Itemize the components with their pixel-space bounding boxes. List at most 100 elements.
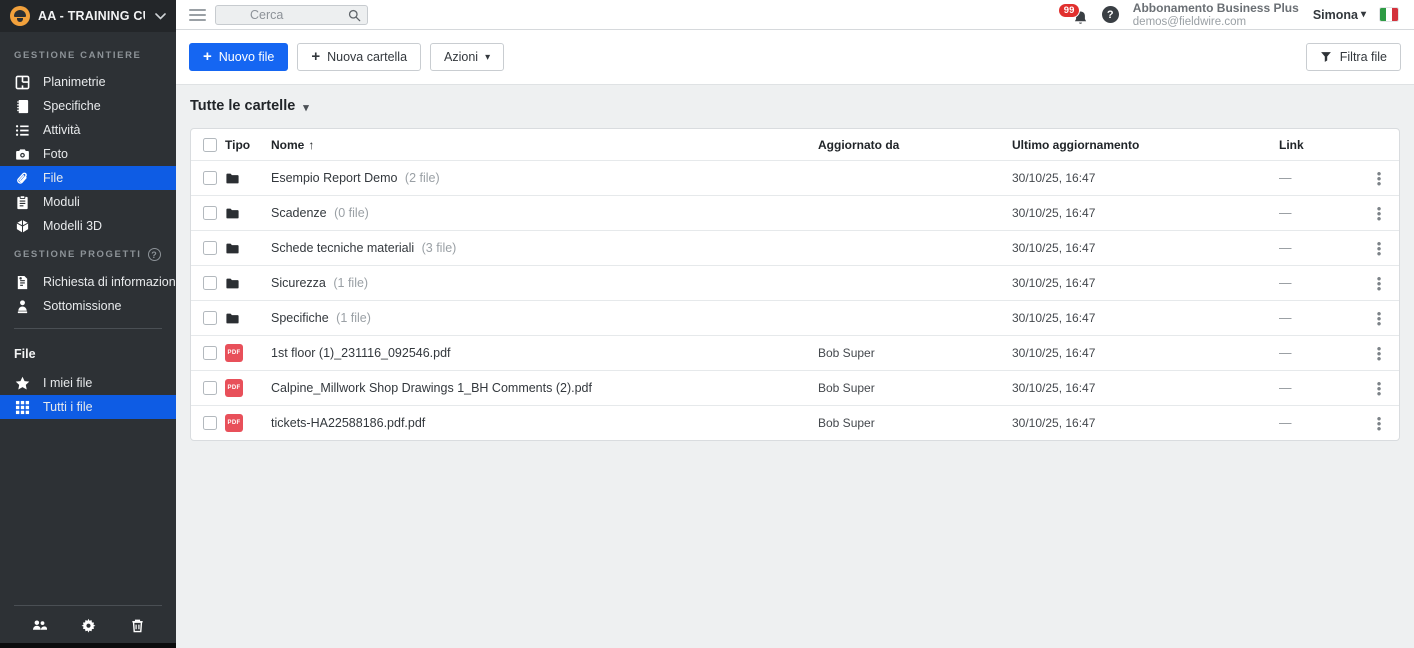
row-menu-button[interactable]: ••• — [1369, 311, 1389, 326]
row-name[interactable]: tickets-HA22588186.pdf.pdf — [271, 416, 818, 430]
row-name[interactable]: Schede tecniche materiali (3 file) — [271, 241, 818, 255]
language-flag-italy[interactable] — [1380, 8, 1398, 21]
subscription-plan: Abbonamento Business Plus — [1133, 2, 1299, 14]
sidebar-item-richiesta-di-informazioni[interactable]: Richiesta di informazioni — [0, 270, 176, 294]
row-menu-button[interactable]: ••• — [1369, 416, 1389, 431]
table-row[interactable]: Esempio Report Demo (2 file) 30/10/25, 1… — [191, 160, 1399, 195]
row-checkbox[interactable] — [203, 171, 217, 185]
column-header-name[interactable]: Nome↑ — [271, 138, 818, 152]
folder-icon — [225, 311, 240, 326]
row-checkbox[interactable] — [203, 276, 217, 290]
row-name[interactable]: Scadenze (0 file) — [271, 206, 818, 220]
grid-icon — [14, 399, 30, 415]
row-updated-by: Bob Super — [818, 381, 1012, 395]
help-icon[interactable]: ? — [148, 248, 161, 261]
table-row[interactable]: Sicurezza (1 file) 30/10/25, 16:47 — ••• — [191, 265, 1399, 300]
table-row[interactable]: Schede tecniche materiali (3 file) 30/10… — [191, 230, 1399, 265]
topbar-right: 99 ? Abbonamento Business Plus demos@fie… — [1060, 2, 1414, 28]
row-type-cell — [225, 276, 271, 291]
filter-files-button[interactable]: Filtra file — [1306, 43, 1401, 71]
row-menu-button[interactable]: ••• — [1369, 206, 1389, 221]
row-menu-button[interactable]: ••• — [1369, 171, 1389, 186]
row-type-cell — [225, 311, 271, 326]
folder-icon — [225, 276, 240, 291]
row-updated-at: 30/10/25, 16:47 — [1012, 171, 1279, 185]
sidebar-item-planimetrie[interactable]: Planimetrie — [0, 70, 176, 94]
row-name[interactable]: Specifiche (1 file) — [271, 311, 818, 325]
notification-badge: 99 — [1058, 3, 1081, 18]
sidebar-item-sottomissione[interactable]: Sottomissione — [0, 294, 176, 318]
plus-icon: + — [311, 49, 320, 64]
row-link: — — [1279, 346, 1369, 360]
help-button[interactable]: ? — [1102, 6, 1119, 23]
row-menu-button[interactable]: ••• — [1369, 241, 1389, 256]
row-link: — — [1279, 416, 1369, 430]
sidebar-item-modelli-3d[interactable]: Modelli 3D — [0, 214, 176, 238]
camera-icon — [14, 146, 30, 162]
row-checkbox[interactable] — [203, 311, 217, 325]
subscription-info: Abbonamento Business Plus demos@fieldwir… — [1133, 2, 1299, 28]
search-box — [215, 5, 368, 25]
people-button[interactable] — [28, 615, 50, 635]
person-icon — [14, 298, 30, 314]
row-menu-button[interactable]: ••• — [1369, 276, 1389, 291]
row-checkbox[interactable] — [203, 416, 217, 430]
search-input[interactable] — [216, 6, 367, 24]
pdf-file-icon: PDF — [225, 379, 243, 397]
row-updated-at: 30/10/25, 16:47 — [1012, 381, 1279, 395]
row-name[interactable]: 1st floor (1)_231116_092546.pdf — [271, 346, 818, 360]
people-icon — [32, 618, 47, 633]
table-row[interactable]: PDF Calpine_Millwork Shop Drawings 1_BH … — [191, 370, 1399, 405]
actions-button[interactable]: Azioni ▾ — [430, 43, 504, 71]
sidebar-item-moduli[interactable]: Moduli — [0, 190, 176, 214]
row-updated-at: 30/10/25, 16:47 — [1012, 206, 1279, 220]
new-folder-button[interactable]: + Nuova cartella — [297, 43, 421, 71]
filter-icon — [1320, 51, 1332, 63]
folder-filter-dropdown[interactable]: Tutte le cartelle ▾ — [190, 98, 309, 114]
project-switcher[interactable]: AA - TRAINING CU... — [0, 0, 176, 32]
chevron-down-icon — [155, 13, 166, 20]
row-menu-button[interactable]: ••• — [1369, 346, 1389, 361]
new-file-button[interactable]: + Nuovo file — [189, 43, 288, 71]
row-checkbox[interactable] — [203, 346, 217, 360]
row-updated-at: 30/10/25, 16:47 — [1012, 416, 1279, 430]
user-menu[interactable]: Simona ▾ — [1313, 8, 1366, 22]
column-header-link: Link — [1279, 138, 1369, 152]
sidebar-nav: GESTIONE CANTIERE Planimetrie Specifiche… — [0, 32, 176, 605]
sidebar-item-attivit-[interactable]: Attività — [0, 118, 176, 142]
select-all-checkbox[interactable] — [203, 138, 217, 152]
trash-button[interactable] — [126, 615, 148, 635]
row-checkbox[interactable] — [203, 206, 217, 220]
row-type-cell — [225, 206, 271, 221]
row-name[interactable]: Calpine_Millwork Shop Drawings 1_BH Comm… — [271, 381, 818, 395]
project-name: AA - TRAINING CU... — [38, 9, 145, 23]
plus-icon: + — [203, 49, 212, 64]
question-icon: ? — [1107, 9, 1114, 21]
row-name[interactable]: Esempio Report Demo (2 file) — [271, 171, 818, 185]
hamburger-menu-icon[interactable] — [189, 6, 206, 24]
table-row[interactable]: Scadenze (0 file) 30/10/25, 16:47 — ••• — [191, 195, 1399, 230]
sidebar-item-file[interactable]: File — [0, 166, 176, 190]
row-checkbox[interactable] — [203, 241, 217, 255]
chevron-down-icon: ▾ — [1361, 9, 1366, 20]
sidebar-item-foto[interactable]: Foto — [0, 142, 176, 166]
row-menu-button[interactable]: ••• — [1369, 381, 1389, 396]
row-updated-at: 30/10/25, 16:47 — [1012, 311, 1279, 325]
sidebar-divider — [14, 328, 162, 329]
row-type-cell — [225, 241, 271, 256]
row-checkbox[interactable] — [203, 381, 217, 395]
search-icon[interactable] — [348, 9, 361, 22]
sidebar-section-label: GESTIONE PROGETTI? — [0, 238, 176, 270]
table-row[interactable]: Specifiche (1 file) 30/10/25, 16:47 — ••… — [191, 300, 1399, 335]
table-row[interactable]: PDF tickets-HA22588186.pdf.pdf Bob Super… — [191, 405, 1399, 440]
sidebar-item-i-miei-file[interactable]: I miei file — [0, 371, 176, 395]
row-link: — — [1279, 311, 1369, 325]
sidebar-item-specifiche[interactable]: Specifiche — [0, 94, 176, 118]
row-name[interactable]: Sicurezza (1 file) — [271, 276, 818, 290]
table-row[interactable]: PDF 1st floor (1)_231116_092546.pdf Bob … — [191, 335, 1399, 370]
sidebar-item-tutti-i-file[interactable]: Tutti i file — [0, 395, 176, 419]
gear-button[interactable] — [77, 615, 99, 635]
row-type-cell: PDF — [225, 379, 271, 397]
row-link: — — [1279, 276, 1369, 290]
notifications-button[interactable]: 99 — [1060, 4, 1088, 26]
